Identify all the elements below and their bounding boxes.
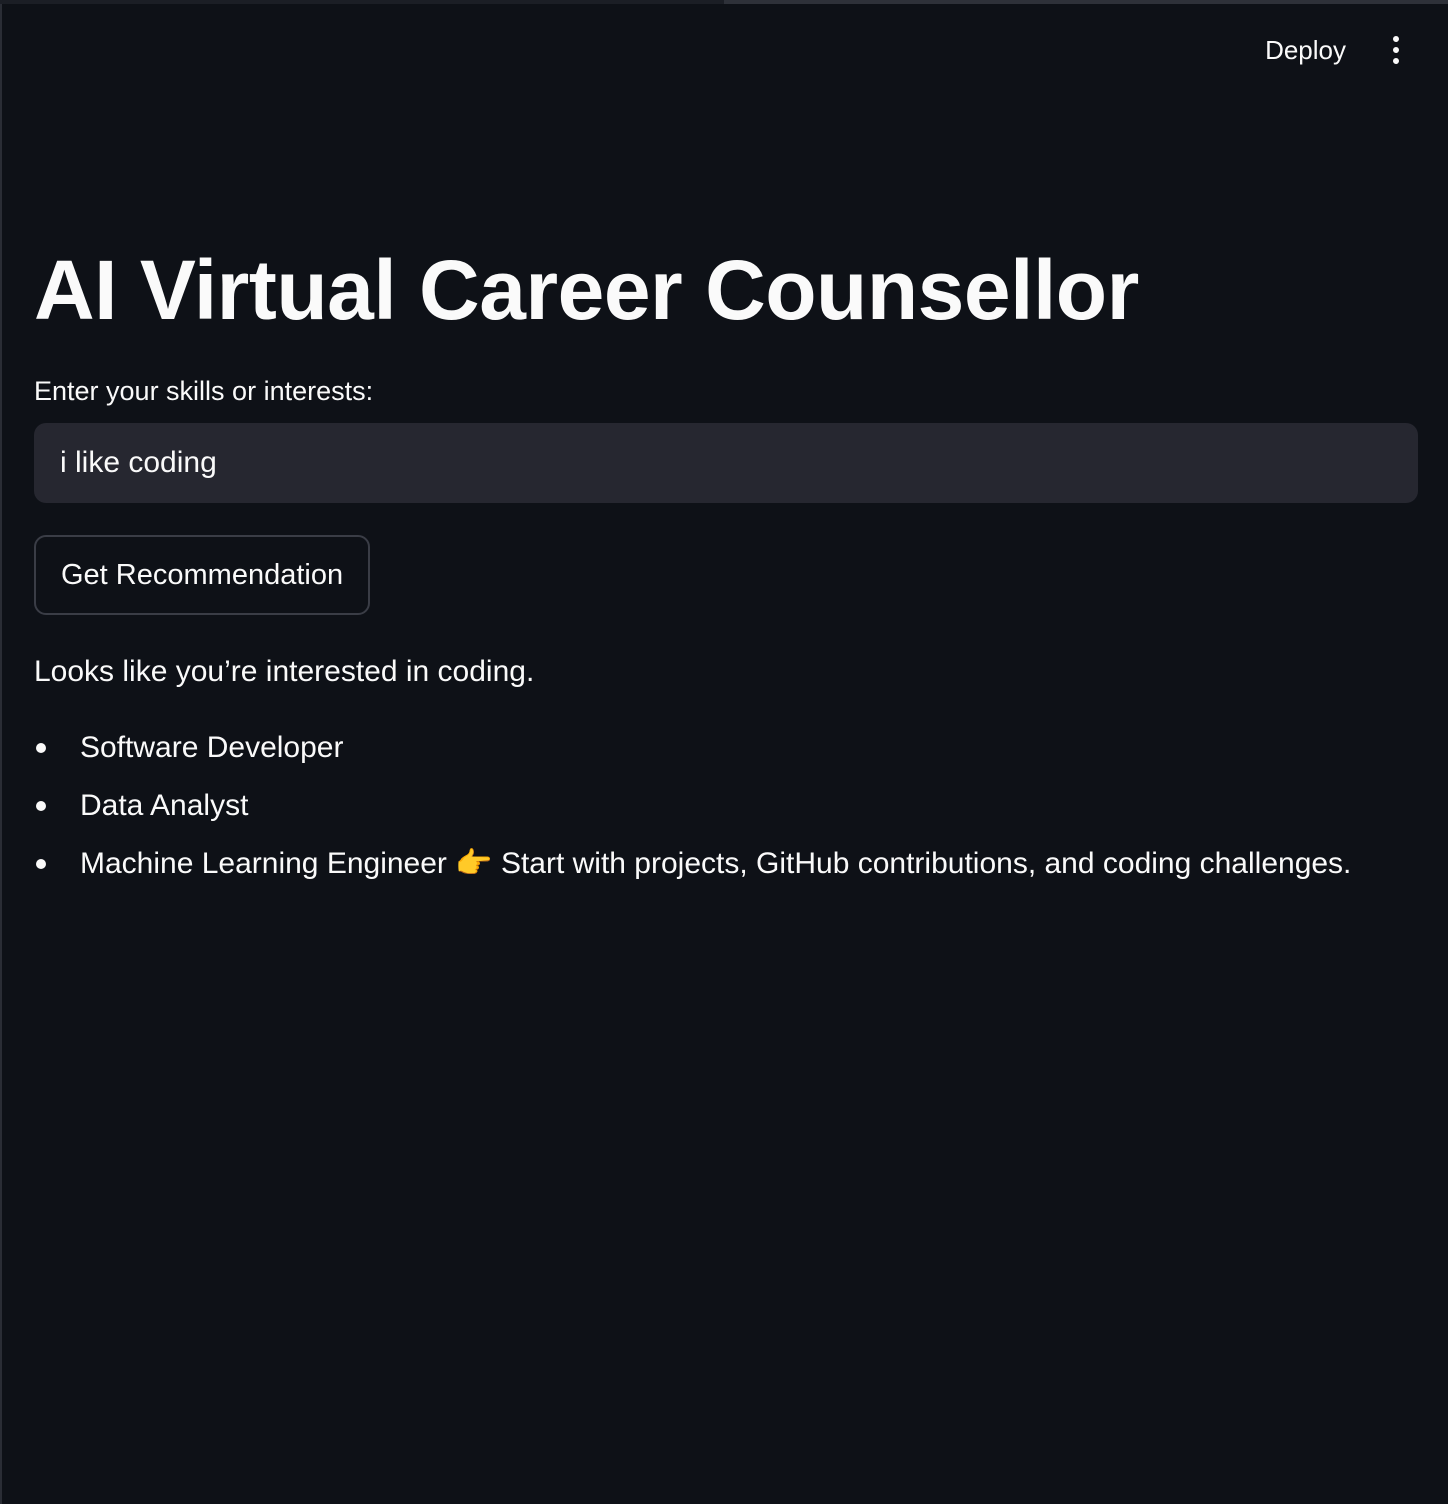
recommendation-list: Software Developer Data Analyst Machine …	[34, 729, 1418, 883]
skills-input[interactable]	[34, 423, 1418, 503]
list-item: Software Developer	[34, 729, 1418, 767]
bullet-icon	[36, 743, 46, 753]
page-title: AI Virtual Career Counsellor	[34, 243, 1139, 337]
window-left-border	[0, 0, 2, 1504]
get-recommendation-button[interactable]: Get Recommendation	[34, 535, 371, 615]
recommendation-text: Software Developer	[80, 731, 344, 764]
bullet-icon	[36, 859, 46, 869]
app-header: Deploy	[1265, 30, 1408, 70]
top-progress-bar-segment	[724, 0, 1448, 4]
top-progress-bar	[0, 0, 1448, 4]
menu-dot	[1393, 47, 1399, 53]
menu-dot	[1393, 36, 1399, 42]
main-content: AI Virtual Career Counsellor Enter your …	[34, 240, 1418, 903]
deploy-button[interactable]: Deploy	[1265, 35, 1346, 66]
menu-dot	[1393, 58, 1399, 64]
bullet-icon	[36, 801, 46, 811]
recommendation-text: Data Analyst	[80, 789, 249, 822]
skills-input-label: Enter your skills or interests:	[34, 376, 374, 406]
recommendation-text: Machine Learning Engineer 👉 Start with p…	[80, 847, 1352, 880]
list-item: Machine Learning Engineer 👉 Start with p…	[34, 845, 1418, 883]
result-intro-text: Looks like you’re interested in coding.	[34, 655, 535, 688]
list-item: Data Analyst	[34, 787, 1418, 825]
vertical-ellipsis-icon[interactable]	[1384, 30, 1408, 70]
